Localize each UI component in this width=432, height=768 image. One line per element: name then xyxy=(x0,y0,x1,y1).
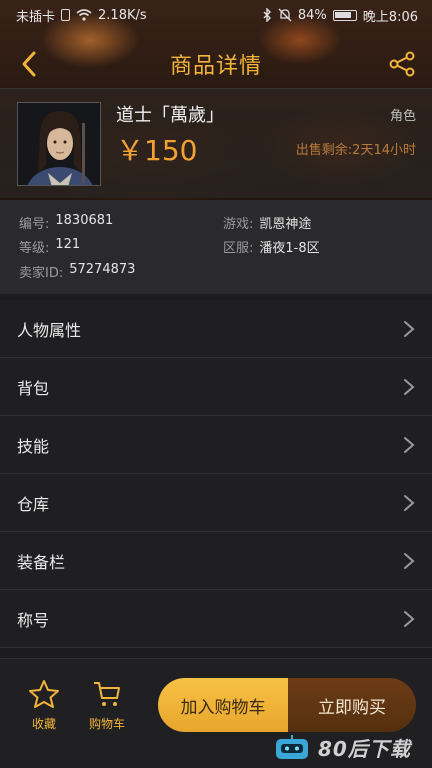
product-info: 编号: 1830681 游戏: 凯恩神途 等级: 121 区服: 潘夜1-8区 … xyxy=(0,200,432,294)
favorite-button[interactable]: 收藏 xyxy=(28,679,60,732)
status-left: 未插卡 2.18K/s xyxy=(16,6,147,25)
menu-item-titles[interactable]: 称号 xyxy=(0,590,432,648)
mute-bell-icon xyxy=(278,8,292,22)
menu-item-warehouse[interactable]: 仓库 xyxy=(0,474,432,532)
info-game-value: 凯恩神途 xyxy=(259,217,312,232)
menu-item-skills[interactable]: 技能 xyxy=(0,416,432,474)
info-seller: 卖家ID: 57274873 xyxy=(19,262,135,281)
product-name: 道士「萬歲」 xyxy=(116,105,224,126)
info-level: 等级: 121 xyxy=(19,237,80,256)
sale-time-left: 出售剩余:2天14小时 xyxy=(295,143,416,158)
network-speed: 2.18K/s xyxy=(98,7,147,23)
watermark-text: 80后下载 xyxy=(318,737,411,761)
menu-item-label: 背包 xyxy=(17,378,50,398)
menu-item-equipment[interactable]: 装备栏 xyxy=(0,532,432,590)
character-portrait-icon xyxy=(18,103,100,185)
favorite-label: 收藏 xyxy=(31,717,56,731)
product-price: ￥150 xyxy=(116,134,198,167)
info-seller-label: 卖家ID: xyxy=(19,266,64,281)
chevron-left-icon[interactable] xyxy=(14,48,46,80)
menu-item-label: 称号 xyxy=(17,610,50,630)
battery-icon xyxy=(332,9,357,21)
add-to-cart-button[interactable]: 加入购物车 xyxy=(158,678,288,732)
info-server: 区服: 潘夜1-8区 xyxy=(223,237,320,256)
bluetooth-icon xyxy=(263,8,271,22)
menu-item-label: 装备栏 xyxy=(17,552,66,572)
info-level-label: 等级: xyxy=(19,241,50,256)
cart-label: 购物车 xyxy=(89,717,126,731)
menu-item-label: 技能 xyxy=(17,436,50,456)
menu-item-backpack[interactable]: 背包 xyxy=(0,358,432,416)
star-icon xyxy=(29,680,59,708)
menu-item-label: 人物属性 xyxy=(17,320,82,340)
info-id-label: 编号: xyxy=(19,217,50,232)
nav-bar: 商品详情 xyxy=(0,38,432,90)
info-server-label: 区服: xyxy=(223,241,254,256)
info-level-value: 121 xyxy=(55,237,81,252)
chevron-right-icon xyxy=(404,610,415,627)
watermark: 80后下载 xyxy=(272,733,411,762)
wifi-icon xyxy=(76,9,92,21)
chevron-right-icon xyxy=(404,552,415,569)
status-right: 84% 晚上8:06 xyxy=(262,6,418,25)
info-id: 编号: 1830681 xyxy=(19,213,113,232)
cart-button[interactable]: 购物车 xyxy=(89,679,125,732)
robot-logo-icon xyxy=(276,734,308,759)
detail-menu: 人物属性 背包 技能 仓库 装备栏 称号 xyxy=(0,300,432,648)
info-id-value: 1830681 xyxy=(55,213,114,228)
sim-icon xyxy=(61,9,71,21)
menu-item-attributes[interactable]: 人物属性 xyxy=(0,300,432,358)
purchase-buttons: 加入购物车 立即购买 xyxy=(158,678,416,732)
info-game: 游戏: 凯恩神途 xyxy=(223,213,311,232)
page-title: 商品详情 xyxy=(169,54,262,79)
chevron-right-icon xyxy=(404,436,415,453)
chevron-right-icon xyxy=(404,320,415,337)
chevron-right-icon xyxy=(404,378,415,395)
menu-item-label: 仓库 xyxy=(17,494,50,514)
share-icon[interactable] xyxy=(386,48,418,80)
product-card: 道士「萬歲」 角色 ￥150 出售剩余:2天14小时 xyxy=(0,88,432,198)
product-type: 角色 xyxy=(389,109,416,124)
character-avatar xyxy=(17,102,101,186)
info-seller-value: 57274873 xyxy=(69,262,136,277)
info-game-label: 游戏: xyxy=(223,217,254,232)
chevron-right-icon xyxy=(404,494,415,511)
carrier-text: 未插卡 xyxy=(16,9,56,25)
status-bar: 未插卡 2.18K/s 84% 晚上8:06 xyxy=(0,0,432,30)
shopping-cart-icon xyxy=(94,682,120,706)
battery-percent: 84% xyxy=(297,7,327,23)
buy-now-button[interactable]: 立即购买 xyxy=(288,678,416,732)
clock: 晚上8:06 xyxy=(362,9,418,25)
info-server-value: 潘夜1-8区 xyxy=(259,241,320,256)
